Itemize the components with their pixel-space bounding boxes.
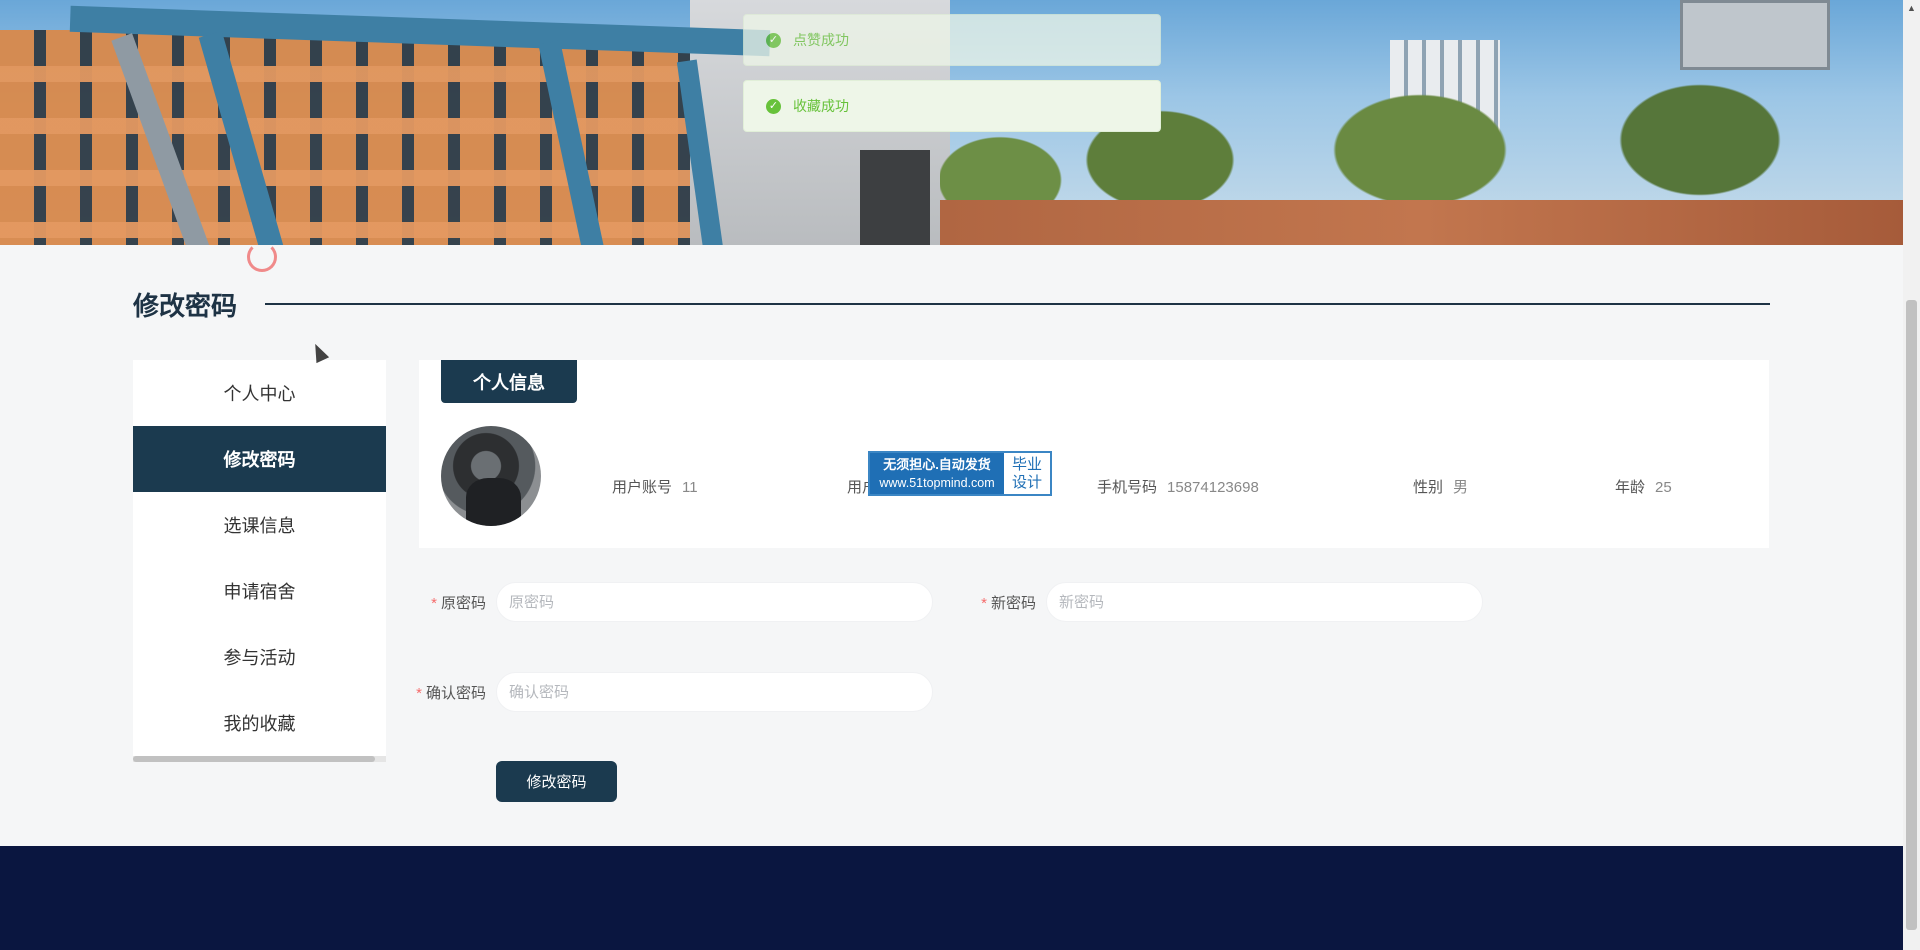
- sidebar-item-favorites[interactable]: 我的收藏: [133, 690, 386, 756]
- new-password-label: * 新密码: [981, 595, 1036, 612]
- old-password-input[interactable]: [496, 582, 933, 622]
- watermark-right1: 毕业: [1011, 455, 1042, 473]
- confirm-password-label: * 确认密码: [416, 685, 486, 702]
- toast-text: 收藏成功: [793, 98, 849, 114]
- old-password-label: * 原密码: [431, 595, 486, 612]
- toast-favorite-success: ✓ 收藏成功: [743, 80, 1161, 132]
- tab-personal-info[interactable]: 个人信息: [441, 360, 577, 403]
- avatar: [441, 426, 541, 526]
- check-circle-icon: ✓: [766, 98, 781, 114]
- phone-label: 手机号码: [1097, 479, 1158, 496]
- phone-value: 15874123698: [1167, 479, 1259, 496]
- scroll-up-arrow-icon[interactable]: ▲: [1903, 0, 1920, 17]
- page-scrollbar[interactable]: ▲: [1903, 0, 1920, 950]
- required-mark: *: [431, 595, 437, 612]
- gender-value: 男: [1453, 479, 1469, 496]
- gender-label: 性别: [1413, 479, 1444, 496]
- age-value: 25: [1655, 479, 1672, 496]
- field-account: 用户账号 11: [612, 476, 698, 497]
- scrollbar-thumb[interactable]: [1906, 300, 1917, 930]
- account-value: 11: [682, 479, 698, 496]
- loading-spinner-icon: [247, 242, 277, 272]
- field-phone: 手机号码 15874123698: [1097, 476, 1259, 497]
- sidebar-item-change-password[interactable]: 修改密码: [133, 426, 386, 492]
- new-password-input[interactable]: [1046, 582, 1483, 622]
- watermark-badge: 无须担心.自动发货 www.51topmind.com 毕业 设计: [868, 451, 1052, 496]
- watermark-url: www.51topmind.com: [879, 475, 995, 490]
- change-password-button[interactable]: 修改密码: [496, 761, 617, 802]
- watermark-line1: 无须担心.自动发货: [883, 456, 991, 472]
- profile-info-card: 个人信息 用户账号 11 用户 手机号码 15874123698 性别男 年龄 25: [419, 360, 1769, 548]
- page-title: 修改密码: [133, 291, 238, 321]
- sidebar-item-activities[interactable]: 参与活动: [133, 624, 386, 690]
- page-footer: [0, 846, 1903, 950]
- account-label: 用户账号: [612, 479, 673, 496]
- required-mark: *: [416, 685, 422, 702]
- watermark-right2: 设计: [1011, 473, 1042, 491]
- title-divider: [265, 303, 1770, 305]
- sidebar-item-personal-center[interactable]: 个人中心: [133, 360, 386, 426]
- toast-text: 点赞成功: [793, 32, 849, 48]
- sidebar-item-course-selection[interactable]: 选课信息: [133, 492, 386, 558]
- required-mark: *: [981, 595, 987, 612]
- field-gender: 性别男: [1413, 476, 1468, 497]
- check-circle-icon: ✓: [766, 32, 781, 48]
- sidebar-menu: 个人中心 修改密码 选课信息 申请宿舍 参与活动 我的收藏: [133, 360, 386, 762]
- age-label: 年龄: [1615, 479, 1646, 496]
- sidebar-item-dorm-application[interactable]: 申请宿舍: [133, 558, 386, 624]
- sidebar-horizontal-scrollbar[interactable]: [133, 756, 386, 762]
- toast-like-success: ✓ 点赞成功: [743, 14, 1161, 66]
- field-age: 年龄 25: [1615, 476, 1672, 497]
- confirm-password-input[interactable]: [496, 672, 933, 712]
